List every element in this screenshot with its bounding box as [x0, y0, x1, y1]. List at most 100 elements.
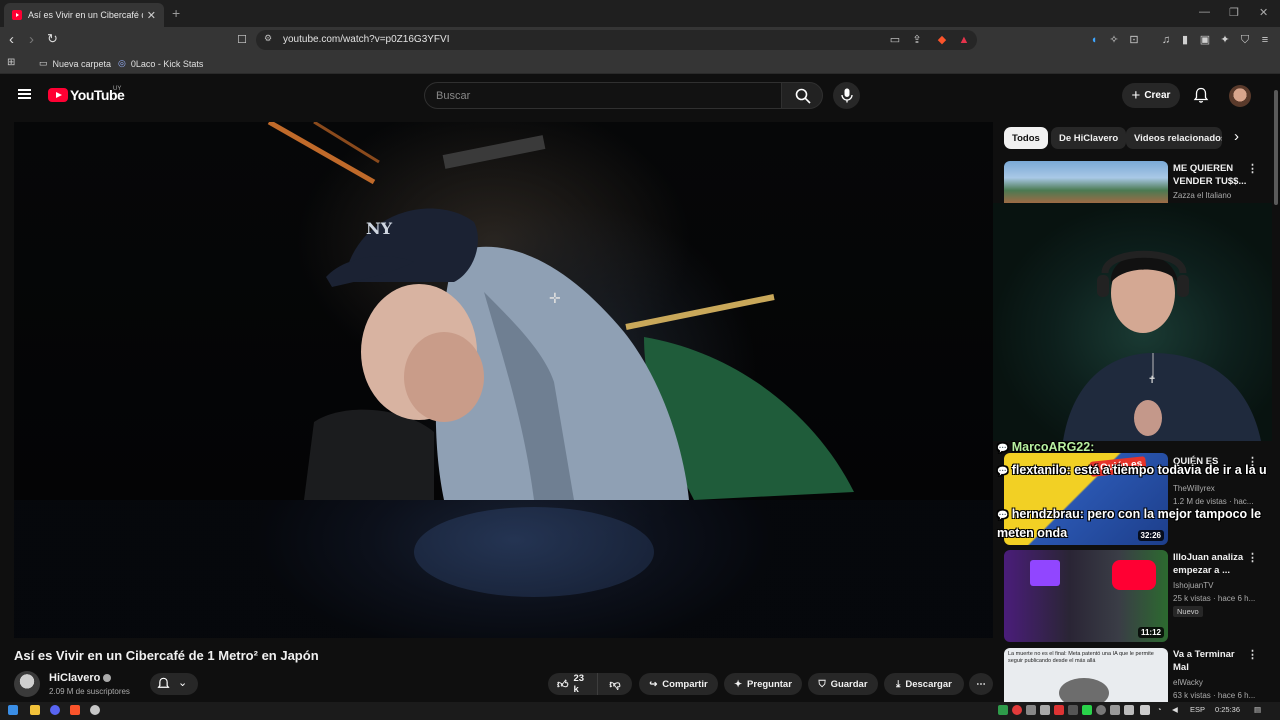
user-avatar[interactable] — [1229, 85, 1251, 107]
audio-icon[interactable]: ◖ — [1087, 33, 1101, 47]
youtube-logo-icon[interactable] — [48, 88, 68, 102]
subscription-bell-button[interactable]: ⌄ — [150, 673, 198, 695]
related-channel[interactable]: TheWillyrex — [1173, 482, 1215, 495]
tray-app-icon[interactable] — [1012, 705, 1022, 715]
network-icon[interactable]: ◔ — [1157, 705, 1162, 714]
close-window-icon[interactable]: ✕ — [1259, 6, 1268, 19]
volume-icon[interactable]: ◀ — [1172, 705, 1178, 714]
download-button[interactable]: ⤓ Descargar — [884, 673, 964, 695]
scrollbar-thumb[interactable] — [1274, 90, 1278, 205]
related-channel[interactable]: elWacky — [1173, 676, 1203, 689]
bookmark-kick-stats[interactable]: ◎ 0Laco - Kick Stats — [118, 58, 203, 69]
extensions-icon[interactable]: ✧ — [1107, 33, 1121, 47]
search-button[interactable] — [781, 82, 823, 109]
brave-browser-icon[interactable] — [70, 705, 80, 715]
reload-icon[interactable]: ↻ — [47, 31, 58, 47]
tray-app-icon[interactable] — [1026, 705, 1036, 715]
cursor-crosshair-icon: ✛ — [549, 290, 561, 306]
back-icon[interactable]: ‹ — [9, 31, 14, 48]
chat-username: herndzbrau: — [1011, 507, 1084, 521]
discord-icon[interactable] — [50, 705, 60, 715]
search-icon — [795, 88, 811, 104]
minimize-icon[interactable]: — — [1199, 6, 1210, 18]
related-channel[interactable]: IshojuanTV — [1173, 579, 1213, 592]
tray-app-icon[interactable] — [1054, 705, 1064, 715]
forward-icon[interactable]: › — [29, 31, 34, 48]
tray-app-icon[interactable] — [1110, 705, 1120, 715]
related-title[interactable]: ME QUIEREN VENDER TU$$... — [1173, 162, 1251, 188]
tray-app-icon[interactable] — [1096, 705, 1106, 715]
save-button[interactable]: ⛉ Guardar — [808, 673, 878, 695]
more-actions-button[interactable]: ⋯ — [969, 673, 993, 695]
vpn-icon[interactable]: ⛉ — [1238, 33, 1252, 47]
hamburger-menu-icon[interactable] — [18, 89, 31, 99]
search-input[interactable] — [425, 83, 781, 109]
chip-related[interactable]: Videos relacionados — [1126, 127, 1222, 149]
chip-all[interactable]: Todos — [1004, 127, 1048, 149]
clock[interactable]: 0:25:36 — [1215, 705, 1240, 714]
new-tab-icon[interactable]: + — [172, 5, 180, 21]
apps-grid-icon[interactable]: ⊞ — [7, 57, 15, 68]
related-thumbnail[interactable]: La muerte no es el final: Meta patentó u… — [1004, 648, 1168, 702]
leo-ai-icon[interactable]: ✦ — [1218, 33, 1232, 47]
related-title[interactable]: Va a Terminar Mal — [1173, 648, 1251, 674]
windows-start-icon[interactable] — [8, 705, 18, 715]
dislike-button[interactable]: 👎︎ — [598, 673, 632, 695]
more-options-icon[interactable]: ⋮ — [1247, 551, 1258, 564]
chat-username: flextanilo: — [1011, 463, 1071, 477]
video-player[interactable]: NY ✛ — [14, 122, 993, 638]
thumbs-up-icon: 👍︎ — [557, 678, 569, 691]
related-thumbnail[interactable] — [1004, 161, 1168, 203]
related-channel[interactable]: Zazza el Italiano — [1173, 189, 1231, 202]
more-options-icon[interactable]: ⋮ — [1247, 162, 1258, 175]
related-title[interactable]: IlloJuan analiza empezar a ... — [1173, 551, 1251, 577]
tray-app-icon[interactable] — [1140, 705, 1150, 715]
sidebar-icon[interactable]: ▮ — [1178, 33, 1192, 47]
language-indicator[interactable]: ESP — [1190, 705, 1205, 714]
thumbs-down-icon: 👎︎ — [609, 678, 621, 691]
tray-app-icon[interactable] — [998, 705, 1008, 715]
brave-rewards-icon[interactable]: ▲ — [957, 33, 971, 47]
wallet-icon[interactable]: ▣ — [1198, 33, 1212, 47]
new-badge: Nuevo — [1173, 606, 1203, 617]
menu-icon[interactable]: ≡ — [1258, 33, 1272, 47]
restore-icon[interactable]: ❐ — [1229, 6, 1239, 19]
related-thumbnail[interactable]: 11:12 — [1004, 550, 1168, 642]
file-explorer-icon[interactable] — [30, 705, 40, 715]
chip-from-channel[interactable]: De HiClavero — [1051, 127, 1127, 149]
music-icon[interactable]: ♫ — [1159, 33, 1173, 47]
brave-shield-icon[interactable]: ◆ — [935, 33, 949, 47]
channel-name[interactable]: HiClavero — [49, 672, 112, 684]
browser-tab[interactable]: Así es Vivir en un Cibercafé de 1 ✕ — [4, 3, 164, 27]
chat-message: meten onda — [997, 526, 1067, 540]
notifications-bell-icon[interactable] — [1193, 87, 1209, 104]
address-bar[interactable]: ⚙ youtube.com/watch?v=p0Z16G3YFVI — [256, 30, 977, 50]
screenshot-icon[interactable]: ⊡ — [1127, 33, 1141, 47]
site-info-icon[interactable]: ⚙ — [264, 33, 272, 44]
notification-center-icon[interactable]: ▤ — [1254, 705, 1261, 714]
tray-app-icon[interactable] — [1124, 705, 1134, 715]
create-button[interactable]: + Crear — [1122, 83, 1180, 108]
app-icon[interactable] — [90, 705, 100, 715]
save-label: Guardar — [830, 678, 868, 690]
channel-name-text: HiClavero — [49, 672, 101, 684]
share-icon[interactable]: ⇪ — [910, 33, 924, 47]
bell-icon — [157, 677, 170, 688]
chevron-right-icon[interactable]: › — [1234, 128, 1239, 145]
tray-app-icon[interactable] — [1068, 705, 1078, 715]
ask-button[interactable]: ✦ Preguntar — [724, 673, 802, 695]
more-options-icon[interactable]: ⋮ — [1247, 648, 1258, 661]
bookmark-icon[interactable]: ☐ — [235, 33, 249, 47]
bookmark-folder[interactable]: ▭ Nueva carpeta — [39, 58, 111, 69]
like-count: 23 k — [573, 673, 585, 695]
like-button[interactable]: 👍︎ 23 k — [548, 673, 598, 695]
close-tab-icon[interactable]: ✕ — [147, 9, 156, 22]
channel-avatar[interactable] — [14, 671, 40, 697]
cast-icon[interactable]: ▭ — [888, 33, 902, 47]
tray-app-icon[interactable] — [1082, 705, 1092, 715]
voice-search-button[interactable] — [833, 82, 860, 109]
create-label: Crear — [1144, 90, 1171, 101]
tray-app-icon[interactable] — [1040, 705, 1050, 715]
video-duration: 11:12 — [1137, 627, 1164, 638]
share-button[interactable]: ↪ Compartir — [639, 673, 718, 695]
